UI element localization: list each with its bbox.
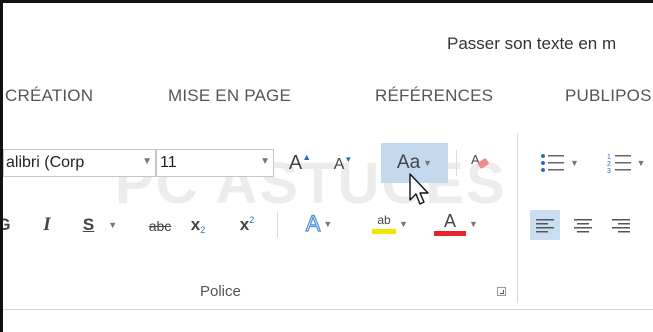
tab-mise-en-page[interactable]: MISE EN PAGE xyxy=(168,86,291,106)
highlight-icon: ab xyxy=(377,213,391,227)
toolbar-separator xyxy=(277,212,278,238)
font-color-icon: A xyxy=(444,211,457,231)
superscript-icon: x xyxy=(239,215,250,234)
align-left-button[interactable] xyxy=(530,210,560,240)
superscript-button[interactable]: x 2 xyxy=(232,210,262,240)
group-separator xyxy=(517,133,518,303)
arrow-up-icon: ▲ xyxy=(302,152,312,162)
highlight-color-bar xyxy=(372,229,397,234)
shrink-font-icon: A xyxy=(333,156,345,173)
chevron-down-icon[interactable]: ▼ xyxy=(260,156,270,167)
svg-text:1: 1 xyxy=(607,154,611,161)
chevron-down-icon: ▼ xyxy=(469,219,478,229)
chevron-down-icon: ▼ xyxy=(399,219,408,229)
bold-icon: G xyxy=(3,215,11,234)
font-size-value: 11 xyxy=(160,154,177,171)
superscript-mark: 2 xyxy=(249,215,255,225)
bold-button[interactable]: G xyxy=(3,210,17,240)
chevron-down-icon: ▼ xyxy=(423,158,433,168)
chevron-down-icon: ▼ xyxy=(636,158,646,168)
group-label-police: Police xyxy=(200,283,241,300)
underline-button[interactable]: S ▼ xyxy=(64,210,136,240)
eraser-icon: A xyxy=(471,152,489,169)
numbered-list-icon: 1 2 3 xyxy=(607,154,631,175)
dialog-launcher-icon[interactable] xyxy=(497,287,506,296)
italic-button[interactable]: I xyxy=(34,210,60,240)
align-right-icon xyxy=(612,219,630,233)
grow-font-button[interactable]: A ▲ xyxy=(285,147,315,179)
tab-references[interactable]: RÉFÉRENCES xyxy=(375,86,493,106)
subscript-icon: x xyxy=(190,215,201,234)
align-left-icon xyxy=(536,219,554,233)
align-center-icon xyxy=(574,219,592,233)
strikethrough-icon: abc xyxy=(148,218,172,234)
tab-publipostage[interactable]: PUBLIPOS xyxy=(565,86,652,106)
arrow-down-icon: ▼ xyxy=(344,154,353,164)
toolbar-separator xyxy=(456,150,457,176)
align-center-button[interactable] xyxy=(568,210,598,240)
ribbon-tabs: CRÉATION MISE EN PAGE RÉFÉRENCES PUBLIPO… xyxy=(3,75,653,121)
numbering-button[interactable]: 1 2 3 ▼ xyxy=(598,147,653,179)
clear-formatting-button[interactable]: A xyxy=(466,146,496,178)
font-size-combo[interactable]: 11 ▼ xyxy=(156,149,274,177)
chevron-down-icon: ▼ xyxy=(108,220,118,230)
svg-text:3: 3 xyxy=(607,168,611,175)
font-name-value: alibri (Corp xyxy=(6,154,85,171)
bullet-list-icon xyxy=(541,154,565,172)
underline-icon: S xyxy=(82,215,95,234)
change-case-icon: Aa xyxy=(396,152,421,173)
chevron-down-icon: ▼ xyxy=(323,219,333,229)
document-canvas[interactable] xyxy=(3,310,653,332)
font-color-bar xyxy=(434,231,467,236)
text-effects-icon: A xyxy=(305,210,321,236)
italic-icon: I xyxy=(43,214,51,235)
grow-font-icon: A xyxy=(288,151,303,174)
font-color-button[interactable]: A ▼ xyxy=(426,206,486,242)
align-right-button[interactable] xyxy=(606,210,636,240)
chevron-down-icon[interactable]: ▼ xyxy=(142,156,152,167)
chevron-down-icon: ▼ xyxy=(570,158,579,168)
bullets-button[interactable]: ▼ xyxy=(531,147,587,179)
subscript-mark: 2 xyxy=(200,225,206,235)
document-title: Passer son texte en m xyxy=(447,34,617,53)
strikethrough-button[interactable]: abc xyxy=(140,212,180,240)
highlight-button[interactable]: ab ▼ xyxy=(360,206,420,242)
shrink-font-button[interactable]: A ▼ xyxy=(329,150,357,180)
subscript-button[interactable]: x 2 xyxy=(183,210,213,240)
tab-creation[interactable]: CRÉATION xyxy=(5,86,93,106)
text-effects-button[interactable]: A ▼ xyxy=(290,208,348,240)
svg-text:2: 2 xyxy=(607,161,611,168)
font-name-combo[interactable]: alibri (Corp ▼ xyxy=(3,149,156,177)
mouse-pointer-icon xyxy=(409,173,429,205)
